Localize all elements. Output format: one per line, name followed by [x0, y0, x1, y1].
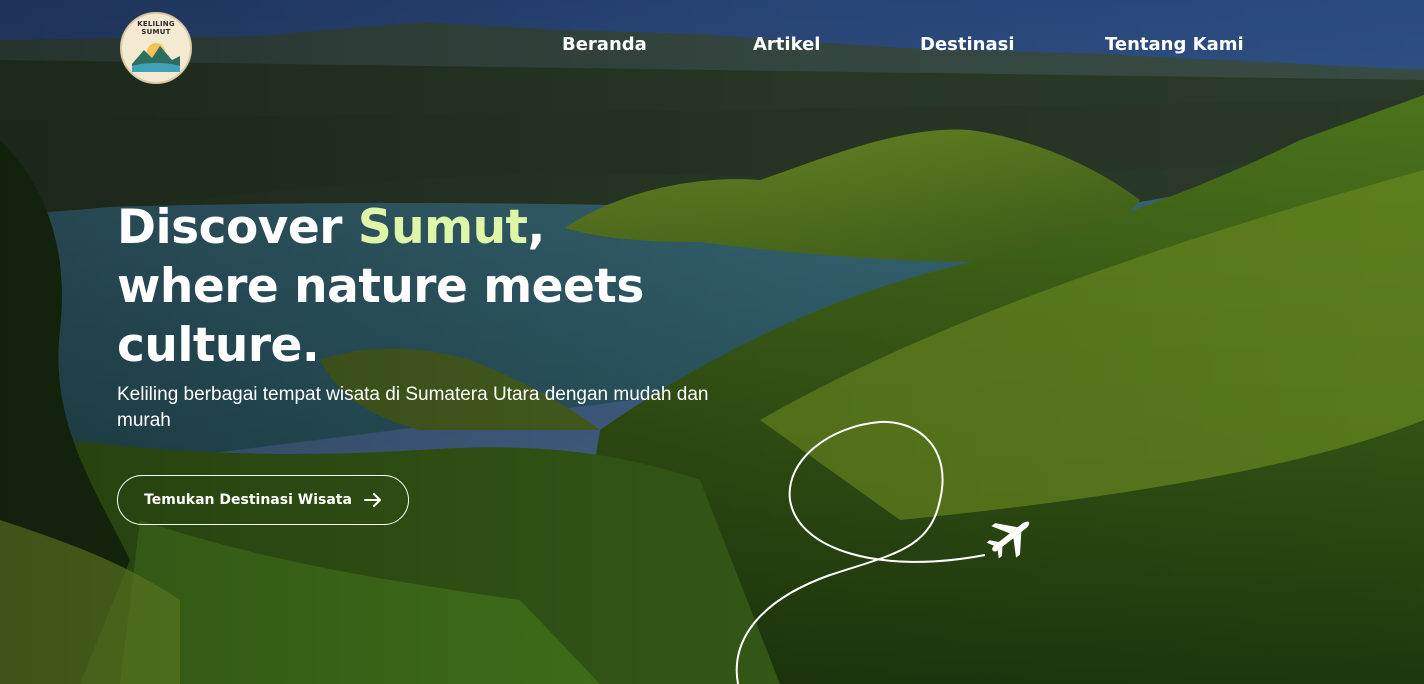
nav-item-beranda[interactable]: Beranda: [562, 34, 647, 55]
airplane-icon: [986, 521, 1030, 559]
hero-subtitle: Keliling berbagai tempat wisata di Sumat…: [117, 384, 709, 431]
find-destination-label: Temukan Destinasi Wisata: [144, 492, 352, 508]
hero-title-prefix: Discover: [117, 200, 358, 255]
hero-title: Discover Sumut, where nature meets cultu…: [117, 198, 677, 375]
flight-path-line: [735, 420, 986, 684]
nav-item-tentang-kami[interactable]: Tentang Kami: [1105, 34, 1244, 55]
hero-title-accent: Sumut: [357, 200, 528, 255]
arrow-right-icon: [363, 493, 381, 507]
nav-item-destinasi[interactable]: Destinasi: [920, 34, 1014, 55]
nav-item-artikel[interactable]: Artikel: [753, 34, 820, 55]
flight-path-decoration: [735, 420, 1030, 684]
main-nav: Beranda Artikel Destinasi Tentang Kami: [0, 34, 1424, 60]
find-destination-button[interactable]: Temukan Destinasi Wisata: [117, 475, 409, 525]
